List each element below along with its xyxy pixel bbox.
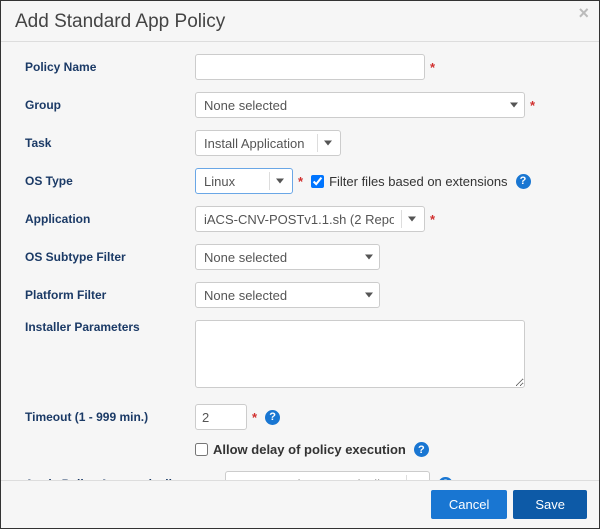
dialog-title: Add Standard App Policy <box>15 11 585 33</box>
os-subtype-filter-select[interactable]: None selected <box>195 244 380 270</box>
task-label: Task <box>25 136 195 150</box>
required-marker: * <box>430 212 435 227</box>
chevron-down-icon <box>510 103 518 108</box>
dialog-header: Add Standard App Policy × <box>1 1 599 42</box>
help-icon[interactable]: ? <box>516 174 531 189</box>
allow-delay-label: Allow delay of policy execution <box>213 442 406 457</box>
chevron-down-icon <box>408 217 416 222</box>
filter-extensions-label: Filter files based on extensions <box>329 174 507 189</box>
group-label: Group <box>25 98 195 112</box>
add-policy-dialog: Add Standard App Policy × Policy Name * … <box>0 0 600 529</box>
help-icon[interactable]: ? <box>414 442 429 457</box>
required-marker: * <box>298 174 303 189</box>
chevron-down-icon <box>365 293 373 298</box>
os-type-select-value: Linux <box>204 174 235 189</box>
filter-extensions-checkbox[interactable] <box>311 175 324 188</box>
dialog-footer: Cancel Save <box>1 480 599 528</box>
installer-params-label: Installer Parameters <box>25 320 195 334</box>
allow-delay-checkbox[interactable] <box>195 443 208 456</box>
application-label: Application <box>25 212 195 226</box>
close-icon[interactable]: × <box>578 3 589 24</box>
policy-name-input[interactable] <box>195 54 425 80</box>
platform-filter-label: Platform Filter <box>25 288 195 302</box>
chevron-down-icon <box>276 179 284 184</box>
required-marker: * <box>252 410 257 425</box>
os-type-label: OS Type <box>25 174 195 188</box>
cancel-button[interactable]: Cancel <box>431 490 507 519</box>
installer-params-textarea[interactable] <box>195 320 525 388</box>
platform-filter-value: None selected <box>204 288 287 303</box>
group-select-value: None selected <box>204 98 287 113</box>
group-select[interactable]: None selected <box>195 92 525 118</box>
task-select-value: Install Application <box>204 136 304 151</box>
application-select-value: iACS-CNV-POSTv1.1.sh (2 Reposi <box>204 212 394 227</box>
required-marker: * <box>430 60 435 75</box>
required-marker: * <box>530 98 535 113</box>
save-button[interactable]: Save <box>513 490 587 519</box>
timeout-label: Timeout (1 - 999 min.) <box>25 410 195 424</box>
chevron-down-icon <box>324 141 332 146</box>
os-subtype-filter-value: None selected <box>204 250 287 265</box>
dialog-body: Policy Name * Group None selected * Task <box>1 42 599 497</box>
application-select[interactable]: iACS-CNV-POSTv1.1.sh (2 Reposi <box>195 206 425 232</box>
task-select[interactable]: Install Application <box>195 130 341 156</box>
help-icon[interactable]: ? <box>265 410 280 425</box>
os-subtype-filter-label: OS Subtype Filter <box>25 250 195 264</box>
platform-filter-select[interactable]: None selected <box>195 282 380 308</box>
os-type-select[interactable]: Linux <box>195 168 293 194</box>
timeout-input[interactable] <box>195 404 247 430</box>
policy-name-label: Policy Name <box>25 60 195 74</box>
chevron-down-icon <box>365 255 373 260</box>
